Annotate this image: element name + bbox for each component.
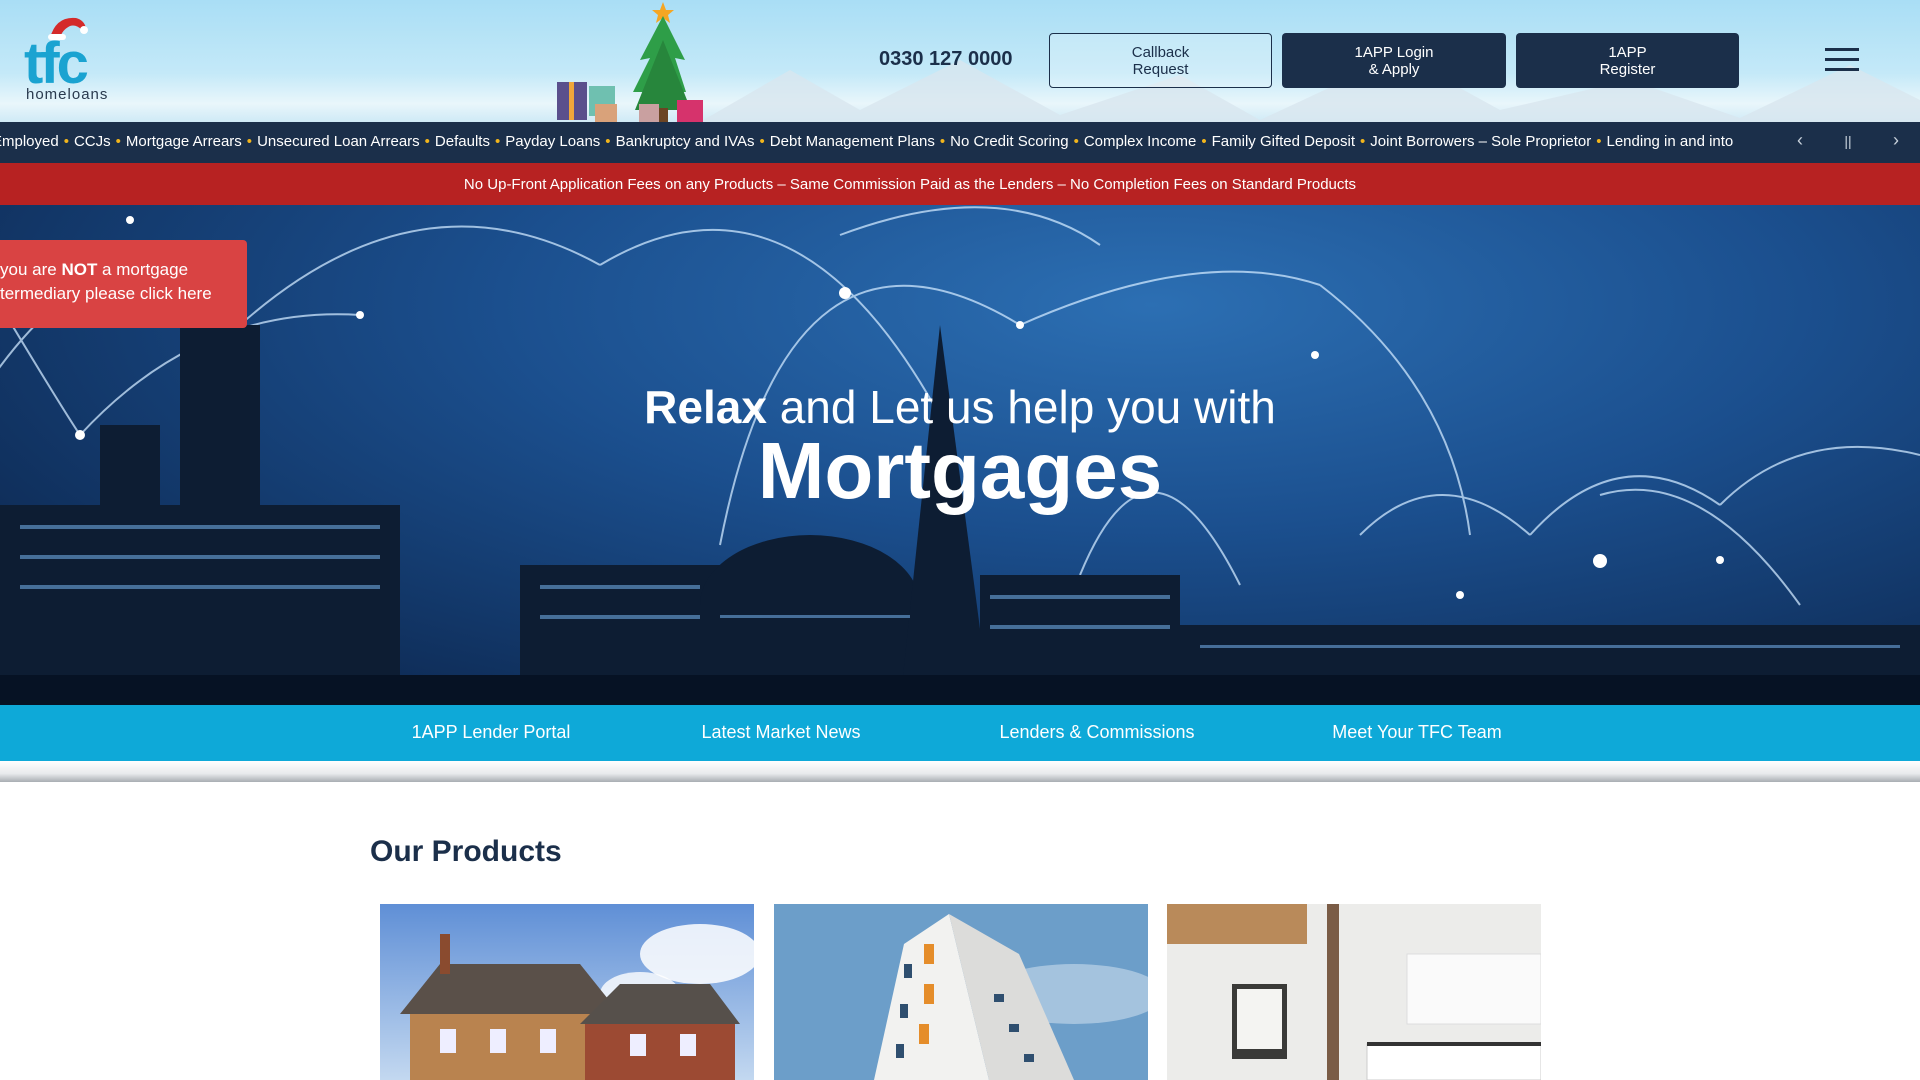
ticker-separator: • xyxy=(1201,133,1207,150)
notice-line-1: you are NOT a mortgage xyxy=(0,260,189,279)
nav-lenders-commissions[interactable]: Lenders & Commissions xyxy=(999,722,1194,743)
nav-lender-portal[interactable]: 1APP Lender Portal xyxy=(412,722,571,743)
ticker-next-button[interactable]: › xyxy=(1884,130,1908,151)
nav-tfc-team[interactable]: Meet Your TFC Team xyxy=(1332,722,1501,743)
non-intermediary-notice-button[interactable]: you are NOT a mortgage termediary please… xyxy=(0,240,247,328)
ticker-separator: • xyxy=(1596,133,1602,150)
ticker-item: Joint Borrowers – Sole Proprietor xyxy=(1370,133,1592,150)
ticker-item: Employed xyxy=(0,133,59,150)
logo[interactable]: tfc homeloans xyxy=(24,12,124,107)
apartment-tower-photo xyxy=(774,904,1148,1080)
modern-kitchen-photo xyxy=(1167,904,1541,1080)
nav-market-news[interactable]: Latest Market News xyxy=(701,722,860,743)
criteria-ticker: Employed•CCJs•Mortgage Arrears•Unsecured… xyxy=(0,122,1920,163)
site-header: tfc homeloans 0330 127 0000 Callback Req… xyxy=(0,0,1920,122)
ticker-item: Defaults xyxy=(434,133,490,150)
product-card-house[interactable] xyxy=(380,904,754,1080)
ticker-separator: • xyxy=(246,133,253,150)
ticker-item: No Credit Scoring xyxy=(950,133,1069,150)
product-card-apartment[interactable] xyxy=(774,904,1148,1080)
ticker-separator: • xyxy=(115,133,121,150)
ticker-track: Employed•CCJs•Mortgage Arrears•Unsecured… xyxy=(0,133,1772,150)
ticker-item: Debt Management Plans xyxy=(769,133,935,150)
hero-banner: Relax and Let us help you with Mortgages xyxy=(0,205,1920,705)
products-heading: Our Products xyxy=(370,835,562,868)
ticker-separator: • xyxy=(424,133,430,150)
ticker-separator: • xyxy=(939,133,946,150)
ticker-separator: • xyxy=(1073,133,1079,150)
logo-subtext: homeloans xyxy=(26,86,109,103)
christmas-tree-icon xyxy=(557,2,703,122)
ticker-separator: • xyxy=(759,133,765,150)
announcement-bar: No Up-Front Application Fees on any Prod… xyxy=(0,163,1920,205)
product-card-kitchen[interactable] xyxy=(1167,904,1541,1080)
ticker-item: Lending in and into xyxy=(1606,133,1734,150)
ticker-item: Bankruptcy and IVAs xyxy=(615,133,755,150)
hamburger-icon[interactable] xyxy=(1825,48,1859,72)
hero-subheadline: Mortgages xyxy=(757,426,1163,515)
notice-line-2: termediary please click here xyxy=(0,284,212,303)
ticker-item: CCJs xyxy=(73,133,111,150)
ticker-separator: • xyxy=(605,133,611,150)
callback-request-button[interactable]: Callback Request xyxy=(1049,33,1272,88)
ticker-item: Family Gifted Deposit xyxy=(1211,133,1356,150)
ticker-item: Unsecured Loan Arrears xyxy=(257,133,420,150)
detached-house-photo xyxy=(380,904,754,1080)
announcement-text: No Up-Front Application Fees on any Prod… xyxy=(463,175,1357,193)
ticker-item: Payday Loans xyxy=(505,133,601,150)
phone-number[interactable]: 0330 127 0000 xyxy=(879,48,1012,71)
ticker-item: Mortgage Arrears xyxy=(125,133,242,150)
ticker-item: Complex Income xyxy=(1083,133,1197,150)
ticker-pause-button[interactable]: || xyxy=(1836,133,1860,149)
register-button[interactable]: 1APP Register xyxy=(1516,33,1739,88)
ticker-separator: • xyxy=(63,133,69,150)
ticker-prev-button[interactable]: ‹ xyxy=(1788,130,1812,151)
login-apply-button[interactable]: 1APP Login & Apply xyxy=(1282,33,1506,88)
main-nav: 1APP Lender Portal Latest Market News Le… xyxy=(0,705,1920,761)
ticker-separator: • xyxy=(1360,133,1366,150)
ticker-separator: • xyxy=(494,133,501,150)
nav-shadow-divider xyxy=(0,761,1920,782)
